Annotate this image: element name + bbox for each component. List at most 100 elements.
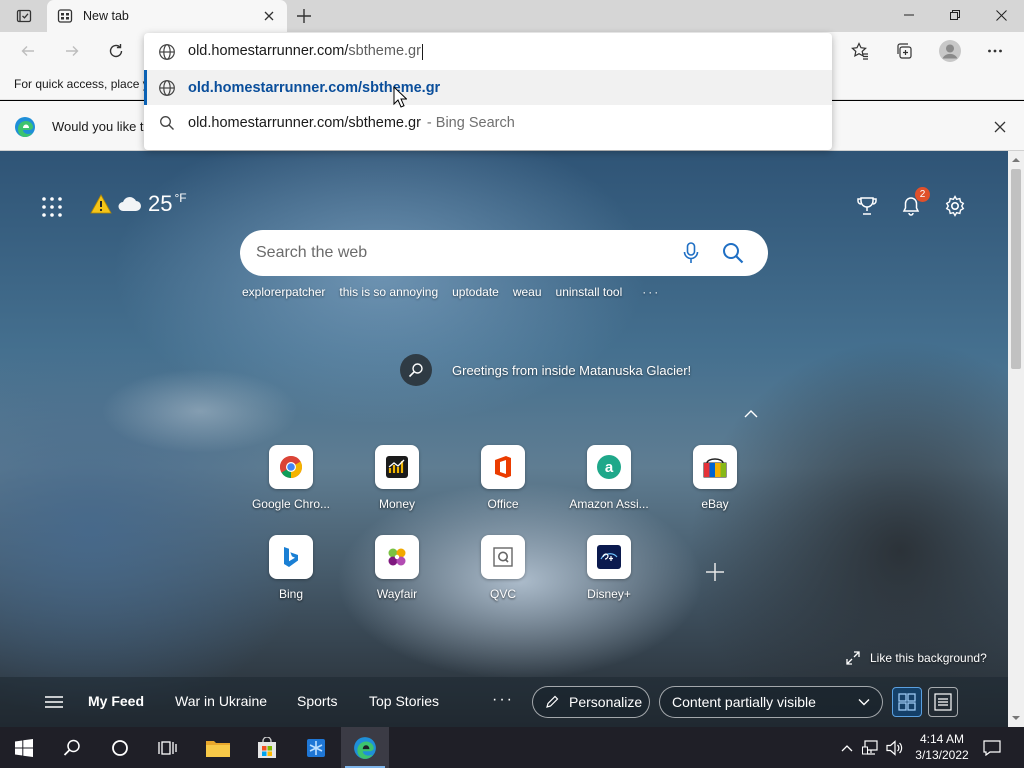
refresh-button[interactable] <box>102 37 130 65</box>
apps-launcher-icon[interactable] <box>40 195 64 219</box>
collections-button[interactable] <box>890 37 918 65</box>
volume-button[interactable] <box>884 727 906 768</box>
quick-link-tile[interactable]: Bing <box>247 535 335 615</box>
file-explorer-button[interactable] <box>194 727 242 768</box>
like-background-button[interactable]: Like this background? <box>846 651 987 665</box>
quick-link-tile[interactable]: Wayfair <box>353 535 441 615</box>
feed-tab-top-stories[interactable]: Top Stories <box>369 693 439 709</box>
forward-button[interactable] <box>58 37 86 65</box>
more-dots-icon <box>988 49 1002 53</box>
scroll-down-arrow-icon[interactable] <box>1011 713 1021 723</box>
taskbar-search-button[interactable] <box>48 727 96 768</box>
tab-close-button[interactable] <box>261 8 277 24</box>
list-view-icon <box>934 693 952 711</box>
voice-search-button[interactable] <box>676 238 706 268</box>
rewards-button[interactable] <box>854 193 880 219</box>
quick-link-tile[interactable]: Google Chro... <box>247 445 335 525</box>
back-button[interactable] <box>14 37 42 65</box>
quick-link-tile[interactable]: Office <box>459 445 547 525</box>
clock-date: 3/13/2022 <box>915 748 969 762</box>
task-view-button[interactable] <box>144 727 192 768</box>
tab-new-tab[interactable]: New tab <box>47 0 287 32</box>
minimize-button[interactable] <box>886 0 932 30</box>
like-background-text: Like this background? <box>870 651 987 665</box>
quick-link-tile[interactable]: eBay <box>671 445 759 525</box>
feed-tab-sports[interactable]: Sports <box>297 693 337 709</box>
start-button[interactable] <box>0 727 48 768</box>
speaker-icon <box>886 739 903 756</box>
globe-icon <box>159 43 175 60</box>
web-search-box[interactable]: Search the web <box>240 230 768 276</box>
scroll-up-arrow-icon[interactable] <box>1011 155 1021 165</box>
bing-icon <box>269 535 313 579</box>
page-scrollbar[interactable] <box>1008 151 1024 727</box>
settings-and-more-button[interactable] <box>981 37 1009 65</box>
network-button[interactable] <box>860 727 882 768</box>
trending-item[interactable]: this is so annoying <box>339 285 438 299</box>
trending-more-button[interactable]: ··· <box>642 285 660 299</box>
content-visibility-dropdown[interactable]: Content partially visible <box>659 686 883 718</box>
tab-actions-icon <box>16 9 32 23</box>
trending-item[interactable]: uptodate <box>452 285 499 299</box>
store-bag-icon <box>258 736 276 758</box>
trending-item[interactable]: uninstall tool <box>556 285 623 299</box>
quick-link-tile[interactable]: QVC <box>459 535 547 615</box>
trending-item[interactable]: weau <box>513 285 542 299</box>
close-window-button[interactable] <box>978 0 1024 30</box>
suggestion-url-prefix: old.homestarrunner.com/ <box>188 79 363 96</box>
scrollbar-thumb[interactable] <box>1011 169 1021 369</box>
quick-link-tile[interactable]: Money <box>353 445 441 525</box>
microsoft-store-button[interactable] <box>243 727 291 768</box>
snowflake-app-icon <box>307 738 325 757</box>
trending-item[interactable]: explorerpatcher <box>242 285 325 299</box>
tile-label: Disney+ <box>587 587 631 601</box>
globe-icon <box>158 79 176 97</box>
favorites-button[interactable] <box>846 37 874 65</box>
restore-icon <box>950 10 960 20</box>
tab-actions-button[interactable] <box>10 6 38 26</box>
suggestion-search-text: old.homestarrunner.com/sbtheme.gr <box>188 114 421 131</box>
suggestion-bing-search[interactable]: old.homestarrunner.com/sbtheme.gr - Bing… <box>144 105 832 140</box>
notification-close-button[interactable] <box>990 117 1010 137</box>
search-submit-button[interactable] <box>718 238 748 268</box>
weather-unit: °F <box>174 191 187 205</box>
notification-center-icon <box>983 739 1001 756</box>
plus-icon <box>297 9 311 23</box>
chevron-up-icon[interactable] <box>742 407 760 421</box>
address-bar[interactable]: old.homestarrunner.com/sbtheme.gr <box>144 33 832 70</box>
list-layout-button[interactable] <box>928 687 958 717</box>
background-greeting-text: Greetings from inside Matanuska Glacier! <box>452 362 692 378</box>
add-quick-link-icon[interactable] <box>703 560 727 584</box>
background-info[interactable]: Greetings from inside Matanuska Glacier! <box>400 354 691 386</box>
quick-link-tile[interactable]: Disney+ <box>565 535 653 615</box>
feed-tab-war-in-ukraine[interactable]: War in Ukraine <box>175 693 267 709</box>
feed-tab-my-feed[interactable]: My Feed <box>88 693 144 709</box>
close-icon <box>995 9 1007 21</box>
quick-link-tile[interactable]: a Amazon Assi... <box>565 445 653 525</box>
tile-label: Wayfair <box>376 587 418 601</box>
svg-text:a: a <box>605 459 614 476</box>
search-icon <box>63 739 80 756</box>
edge-taskbar-button[interactable] <box>341 727 389 768</box>
grid-layout-button[interactable] <box>892 687 922 717</box>
search-icon <box>158 114 176 132</box>
show-hidden-icons-button[interactable] <box>838 727 856 768</box>
personalize-button[interactable]: Personalize <box>532 686 650 718</box>
blue-app-button[interactable] <box>292 727 340 768</box>
restore-button[interactable] <box>932 0 978 30</box>
address-input[interactable]: old.homestarrunner.com/sbtheme.gr <box>188 43 423 60</box>
hamburger-menu-icon[interactable] <box>44 693 64 711</box>
action-center-button[interactable] <box>980 727 1004 768</box>
weather-widget[interactable]: 25 °F <box>90 191 187 217</box>
address-bar-dropdown: old.homestarrunner.com/sbtheme.gr old.ho… <box>144 33 832 150</box>
taskbar-clock[interactable]: 4:14 AM 3/13/2022 <box>910 731 974 763</box>
tile-label: Office <box>487 497 519 511</box>
new-tab-button[interactable] <box>292 5 316 27</box>
cortana-button[interactable] <box>96 727 144 768</box>
suggestion-url[interactable]: old.homestarrunner.com/sbtheme.gr <box>144 70 832 108</box>
rewards-trophy-icon <box>857 197 877 215</box>
feed-more-button[interactable]: ··· <box>492 691 514 709</box>
notifications-button[interactable]: 2 <box>898 187 930 219</box>
page-settings-button[interactable] <box>942 193 968 219</box>
profile-button[interactable] <box>936 37 964 65</box>
